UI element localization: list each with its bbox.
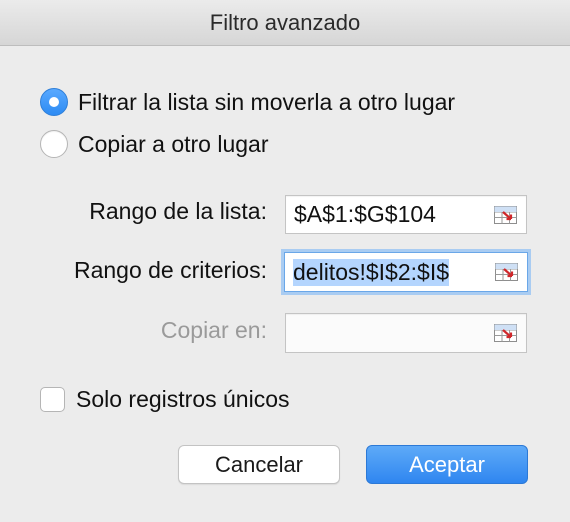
criteria-range-label: Rango de criterios: bbox=[73, 257, 267, 283]
unique-records-checkbox[interactable] bbox=[40, 387, 65, 412]
title-bar: Filtro avanzado bbox=[0, 0, 570, 46]
range-picker-icon[interactable] bbox=[494, 205, 517, 224]
radio-filter-in-place-label[interactable]: Filtrar la lista sin moverla a otro luga… bbox=[78, 89, 455, 116]
list-range-input[interactable]: $A$1:$G$104 bbox=[285, 195, 527, 234]
list-range-label: Rango de la lista: bbox=[89, 198, 267, 224]
ok-button[interactable]: Aceptar bbox=[366, 445, 528, 484]
dialog-title: Filtro avanzado bbox=[209, 9, 361, 35]
range-picker-icon[interactable] bbox=[495, 263, 518, 281]
range-picker-icon[interactable] bbox=[494, 324, 517, 342]
radio-copy-to-location-label[interactable]: Copiar a otro lugar bbox=[78, 131, 269, 158]
copy-to-label: Copiar en: bbox=[160, 317, 267, 343]
criteria-range-input[interactable]: delitos!$I$2:$I$ bbox=[284, 252, 528, 292]
unique-records-label[interactable]: Solo registros únicos bbox=[76, 386, 290, 413]
radio-button-unselected[interactable] bbox=[40, 130, 68, 158]
radio-button-selected[interactable] bbox=[40, 88, 68, 116]
radio-filter-in-place[interactable]: Filtrar la lista sin moverla a otro luga… bbox=[40, 88, 455, 116]
unique-records-option[interactable]: Solo registros únicos bbox=[40, 386, 290, 413]
criteria-range-selected-text: delitos!$I$2:$I$ bbox=[293, 258, 450, 286]
copy-to-input[interactable] bbox=[285, 313, 527, 353]
cancel-button[interactable]: Cancelar bbox=[178, 445, 340, 484]
list-range-value[interactable]: $A$1:$G$104 bbox=[294, 196, 436, 233]
criteria-range-value[interactable]: delitos!$I$2:$I$ bbox=[293, 253, 450, 291]
radio-copy-to-location[interactable]: Copiar a otro lugar bbox=[40, 130, 269, 158]
